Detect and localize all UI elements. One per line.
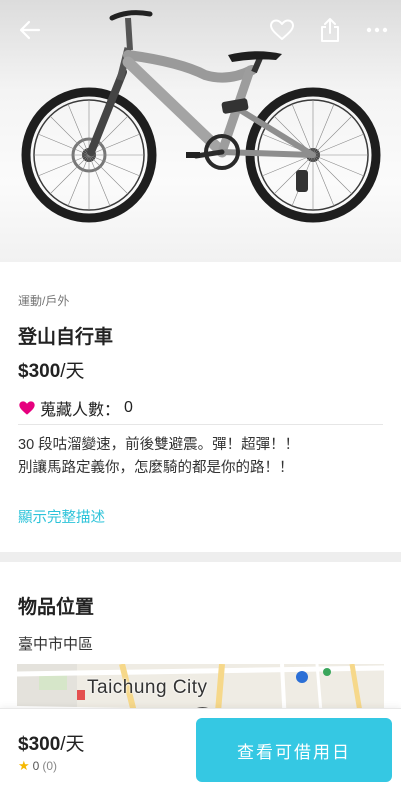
heart-icon: [270, 19, 294, 40]
item-description: 30 段咕溜變速，前後雙避震。彈！超彈！！ 別讓馬路定義你，怎麼騎的都是你的路！…: [18, 434, 299, 480]
divider: [18, 424, 383, 425]
more-dots-icon: [366, 27, 388, 33]
product-image[interactable]: [0, 0, 401, 262]
description-line: 別讓馬路定義你，怎麼騎的都是你的路！！: [18, 460, 294, 476]
description-line: 30 段咕溜變速，前後雙避震。彈！超彈！！: [18, 437, 300, 453]
review-count: (0): [42, 759, 58, 773]
favorites-value: 0: [124, 399, 133, 416]
heart-filled-icon: [19, 401, 35, 415]
check-availability-button[interactable]: 查看可借用日: [196, 718, 392, 782]
star-icon: ★: [18, 758, 30, 773]
share-button[interactable]: [314, 14, 346, 46]
price-amount: $300: [18, 361, 61, 382]
item-title: 登山自行車: [18, 327, 114, 348]
item-price: $300/天: [18, 356, 85, 383]
back-arrow-icon: [19, 20, 41, 40]
rating: ★ 0 (0): [18, 758, 57, 774]
favorite-button[interactable]: [266, 14, 298, 46]
show-full-description-link[interactable]: 顯示完整描述: [18, 506, 105, 527]
price-unit: /天: [60, 361, 85, 382]
map-city-label: Taichung City: [87, 677, 208, 698]
more-button[interactable]: [361, 14, 393, 46]
bottom-action-bar: $300/天 ★ 0 (0) 查看可借用日: [0, 708, 401, 800]
rating-value: 0: [32, 759, 40, 773]
location-section-title: 物品位置: [18, 597, 95, 618]
bottom-price-unit: /天: [60, 734, 85, 755]
favorites-count: 蒐藏人數： 0: [18, 396, 133, 420]
bottom-price: $300/天: [18, 729, 85, 756]
favorites-label: 蒐藏人數：: [40, 402, 121, 419]
bottom-price-amount: $300: [18, 734, 61, 755]
back-button[interactable]: [14, 14, 46, 46]
location-area: 臺中市中區: [18, 636, 94, 653]
item-category: 運動/戶外: [18, 294, 70, 308]
section-separator: [0, 552, 401, 562]
share-icon: [321, 18, 339, 42]
